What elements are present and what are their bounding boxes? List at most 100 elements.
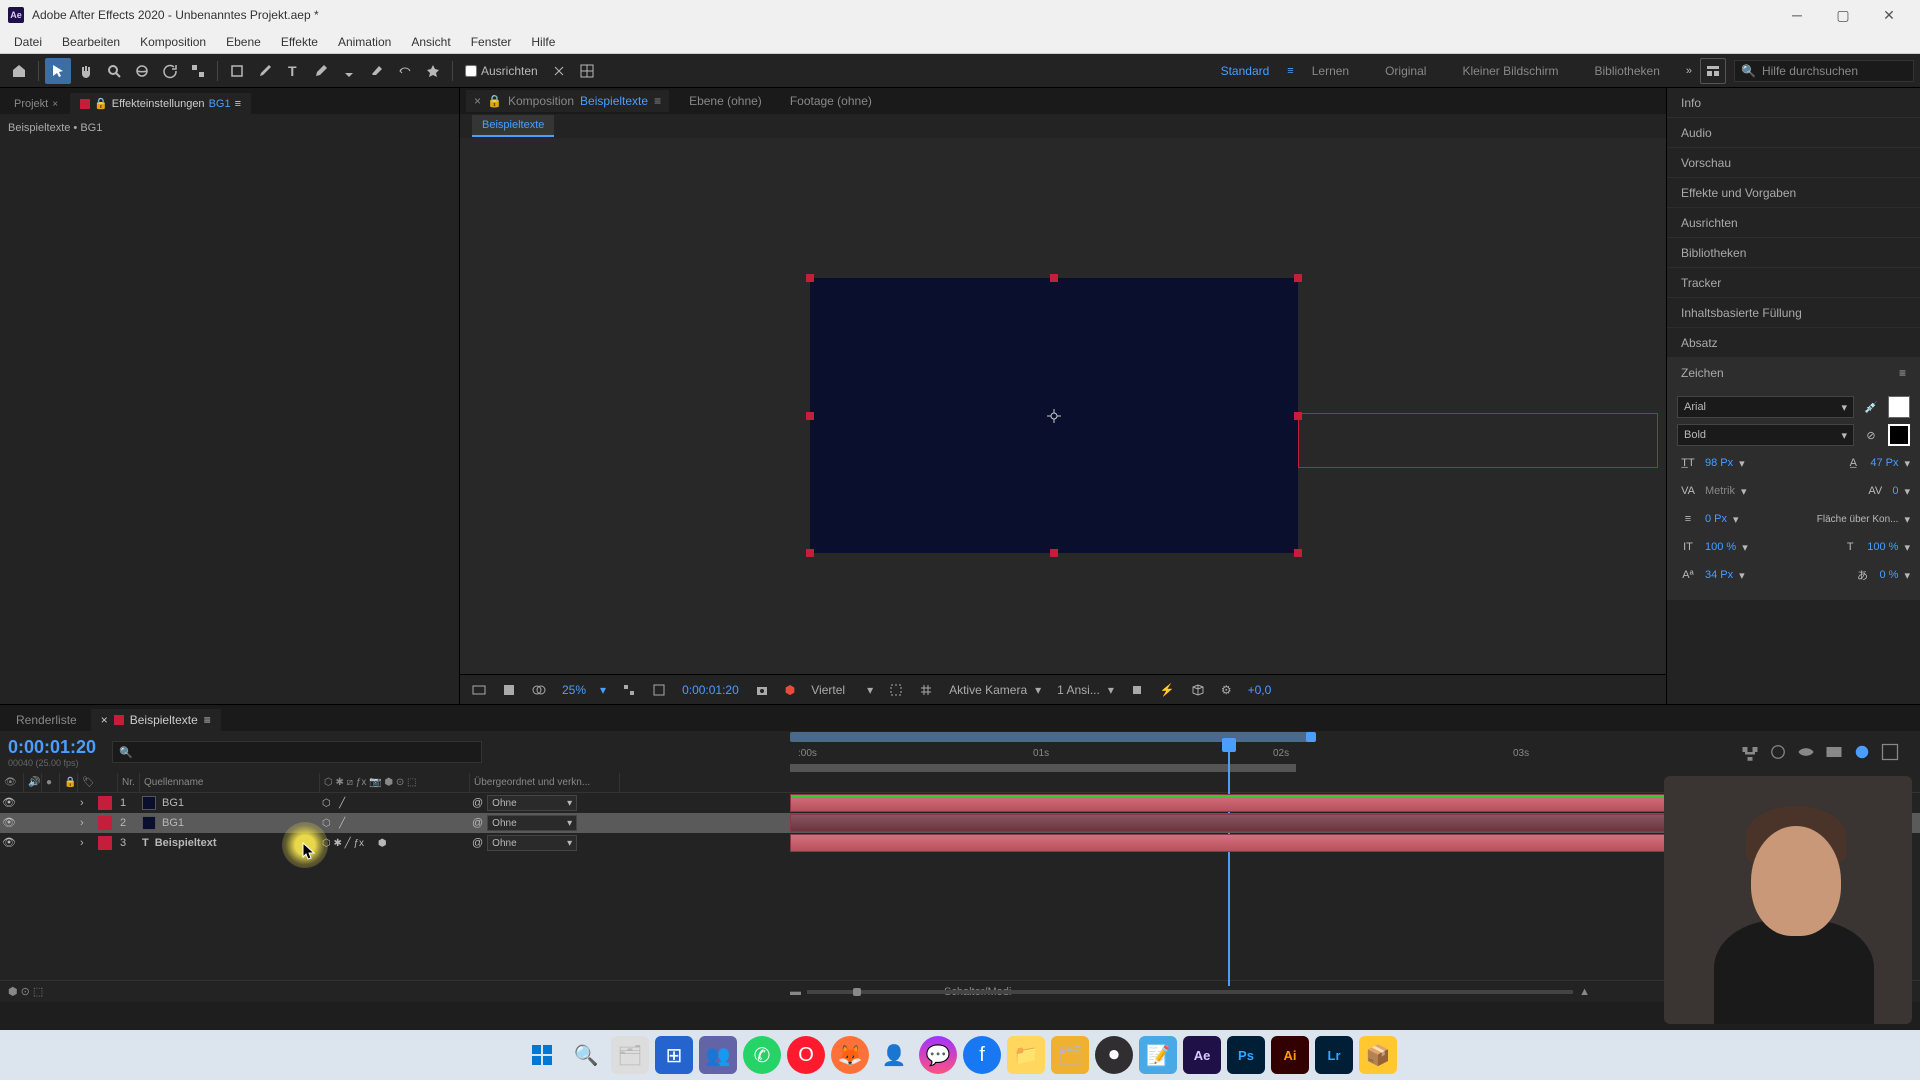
handle-bl[interactable] [806, 549, 814, 557]
shape-tool[interactable] [224, 58, 250, 84]
roto-tool[interactable] [392, 58, 418, 84]
zoom-in-icon[interactable]: ▲ [1579, 986, 1590, 998]
label-color[interactable] [98, 816, 112, 830]
label-color[interactable] [98, 836, 112, 850]
stroke-color-swatch[interactable] [1888, 424, 1910, 446]
timeline-ruler[interactable]: :00s 01s 02s 03s [790, 732, 1908, 772]
minimize-button[interactable]: ─ [1774, 0, 1820, 30]
eye-icon[interactable]: 👁 [2, 796, 16, 810]
eye-icon[interactable]: 👁 [2, 816, 16, 830]
start-button[interactable] [523, 1036, 561, 1074]
no-fill-icon[interactable]: ⊘ [1860, 424, 1882, 446]
label-color[interactable] [98, 796, 112, 810]
font-size-value[interactable]: 98 Px [1705, 457, 1733, 469]
handle-tc[interactable] [1050, 274, 1058, 282]
pickwhip-icon[interactable]: @ [472, 817, 483, 829]
lock-icon[interactable]: 🔒 [487, 94, 502, 108]
folder-icon[interactable]: 📁 [1007, 1036, 1045, 1074]
clone-tool[interactable] [336, 58, 362, 84]
region-icon[interactable] [885, 683, 907, 697]
composition-viewport[interactable] [460, 138, 1666, 674]
eyedropper-icon[interactable]: 💉 [1860, 396, 1882, 418]
app2-icon[interactable]: 🗂 [1051, 1036, 1089, 1074]
firefox-icon[interactable]: 🦊 [831, 1036, 869, 1074]
canvas[interactable] [810, 278, 1298, 553]
renderer-icon[interactable]: ⚙ [1217, 683, 1236, 697]
transparency-icon[interactable] [498, 683, 520, 697]
layer-name[interactable]: BG1 [162, 817, 184, 829]
menu-ebene[interactable]: Ebene [216, 35, 271, 49]
composition-tab[interactable]: × 🔒 Komposition Beispieltexte ≡ [466, 90, 669, 112]
ae-icon[interactable]: Ae [1183, 1036, 1221, 1074]
stroke-mode[interactable]: Fläche über Kon... [1817, 514, 1899, 525]
fast-preview-icon[interactable]: ⚡ [1156, 683, 1179, 697]
rotate-tool[interactable] [157, 58, 183, 84]
eye-icon[interactable]: 👁 [2, 836, 16, 850]
close-icon[interactable]: × [52, 99, 58, 110]
panel-effekte[interactable]: Effekte und Vorgaben [1667, 178, 1920, 208]
pen-tool[interactable] [252, 58, 278, 84]
handle-ml[interactable] [806, 412, 814, 420]
zoom-out-icon[interactable]: ▬ [790, 986, 801, 998]
close-button[interactable]: ✕ [1866, 0, 1912, 30]
font-weight-dropdown[interactable]: Bold▾ [1677, 424, 1854, 446]
panel-content-fill[interactable]: Inhaltsbasierte Füllung [1667, 298, 1920, 328]
notepad-icon[interactable]: 📝 [1139, 1036, 1177, 1074]
orbit-tool[interactable] [129, 58, 155, 84]
playhead-handle[interactable] [1222, 738, 1236, 752]
resolution-icon[interactable] [618, 683, 640, 697]
close-icon[interactable]: × [101, 713, 108, 727]
work-area-bar[interactable] [790, 764, 1296, 772]
app3-icon[interactable]: 📦 [1359, 1036, 1397, 1074]
footage-tab[interactable]: Footage (ohne) [782, 90, 880, 112]
parent-dropdown[interactable]: Ohne▾ [487, 835, 577, 851]
panel-audio[interactable]: Audio [1667, 118, 1920, 148]
pickwhip-icon[interactable]: @ [472, 837, 483, 849]
puppet-tool[interactable] [420, 58, 446, 84]
selection-tool[interactable] [45, 58, 71, 84]
ai-icon[interactable]: Ai [1271, 1036, 1309, 1074]
workspace-original[interactable]: Original [1367, 54, 1444, 88]
anchor-point-icon[interactable] [1047, 409, 1061, 423]
workspace-reset[interactable] [1700, 58, 1726, 84]
guides-icon[interactable] [648, 683, 670, 697]
zoom-handle[interactable] [1306, 732, 1316, 742]
menu-fenster[interactable]: Fenster [461, 35, 522, 49]
3d-icon[interactable] [1187, 683, 1209, 697]
opera-icon[interactable]: O [787, 1036, 825, 1074]
panel-vorschau[interactable]: Vorschau [1667, 148, 1920, 178]
ps-icon[interactable]: Ps [1227, 1036, 1265, 1074]
parent-dropdown[interactable]: Ohne▾ [487, 815, 577, 831]
layer-name[interactable]: Beispieltext [155, 837, 217, 849]
align-checkbox[interactable]: Ausrichten [459, 64, 544, 78]
menu-effekte[interactable]: Effekte [271, 35, 328, 49]
views-dropdown[interactable]: 1 Ansi... ▾ [1053, 683, 1118, 697]
camera-dropdown[interactable]: Aktive Kamera ▾ [945, 683, 1045, 697]
obs-icon[interactable]: ⏺ [1095, 1036, 1133, 1074]
whatsapp-icon[interactable]: ✆ [743, 1036, 781, 1074]
panel-menu-icon[interactable]: ≡ [1899, 366, 1906, 380]
current-timecode[interactable]: 0:00:01:20 [8, 737, 96, 758]
menu-bearbeiten[interactable]: Bearbeiten [52, 35, 130, 49]
zoom-slider[interactable] [807, 990, 1573, 994]
vscale-value[interactable]: 100 % [1705, 541, 1736, 553]
project-tab[interactable]: Projekt × [4, 94, 68, 114]
eraser-tool[interactable] [364, 58, 390, 84]
panel-menu-icon[interactable]: ≡ [654, 94, 661, 108]
twirl-icon[interactable]: › [80, 797, 84, 809]
workspace-standard[interactable]: Standard [1203, 54, 1288, 88]
twirl-icon[interactable]: › [80, 817, 84, 829]
renderlist-tab[interactable]: Renderliste [6, 709, 87, 731]
text-tool[interactable]: T [280, 58, 306, 84]
menu-animation[interactable]: Animation [328, 35, 401, 49]
handle-mr[interactable] [1294, 412, 1302, 420]
leading-value[interactable]: 47 Px [1870, 457, 1898, 469]
anchor-tool[interactable] [185, 58, 211, 84]
tracking-value[interactable]: 0 [1892, 485, 1898, 497]
handle-tr[interactable] [1294, 274, 1302, 282]
snap-tool[interactable] [546, 58, 572, 84]
effects-tab[interactable]: 🔒 Effekteinstellungen BG1 ≡ [70, 93, 251, 114]
stroke-value[interactable]: 0 Px [1705, 513, 1727, 525]
panel-ausrichten[interactable]: Ausrichten [1667, 208, 1920, 238]
pickwhip-icon[interactable]: @ [472, 797, 483, 809]
